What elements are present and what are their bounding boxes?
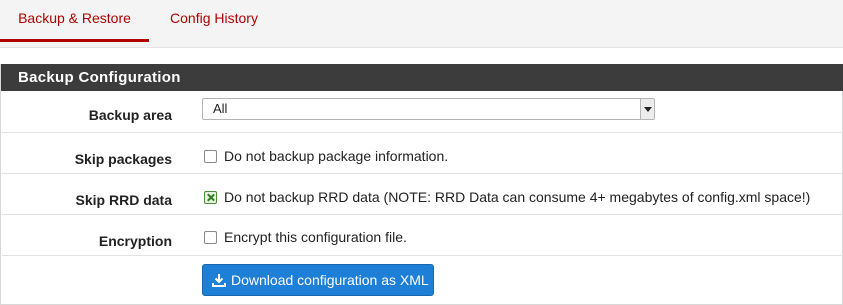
download-button-label: Download configuration as XML <box>231 272 429 288</box>
skip-rrd-checkbox[interactable] <box>204 190 217 204</box>
tab-backup-restore[interactable]: Backup & Restore <box>0 0 149 42</box>
backup-area-selected-value: All <box>213 101 228 116</box>
skip-rrd-label: Skip RRD data <box>75 192 172 208</box>
skip-rrd-option: Do not backup RRD data (NOTE: RRD Data c… <box>204 189 810 205</box>
encryption-label: Encryption <box>98 233 172 249</box>
encryption-option: Encrypt this configuration file. <box>204 229 407 245</box>
download-row: Download configuration as XML <box>2 256 843 304</box>
backup-area-select[interactable]: All <box>202 98 655 120</box>
skip-rrd-row: Skip RRD data Do not backup RRD data (NO… <box>2 174 843 215</box>
download-icon <box>212 274 226 287</box>
skip-packages-label: Skip packages <box>74 151 172 167</box>
tab-bar: Backup & Restore Config History <box>0 0 843 48</box>
encryption-row: Encryption Encrypt this configuration fi… <box>2 215 843 256</box>
download-configuration-button[interactable]: Download configuration as XML <box>202 264 434 296</box>
backup-area-label: Backup area <box>88 107 172 123</box>
tab-config-history[interactable]: Config History <box>149 0 279 42</box>
skip-packages-text: Do not backup package information. <box>224 148 449 164</box>
panel-title: Backup Configuration <box>1 64 843 91</box>
encryption-text: Encrypt this configuration file. <box>224 229 407 245</box>
skip-packages-row: Skip packages Do not backup package info… <box>2 133 843 174</box>
chevron-down-icon <box>640 99 654 119</box>
skip-packages-checkbox[interactable] <box>204 149 217 163</box>
backup-configuration-panel: Backup Configuration Backup area All Ski… <box>0 64 843 305</box>
skip-packages-option: Do not backup package information. <box>204 148 448 164</box>
backup-area-row: Backup area All <box>2 91 843 133</box>
skip-rrd-text: Do not backup RRD data (NOTE: RRD Data c… <box>224 189 811 205</box>
encryption-checkbox[interactable] <box>204 230 217 244</box>
